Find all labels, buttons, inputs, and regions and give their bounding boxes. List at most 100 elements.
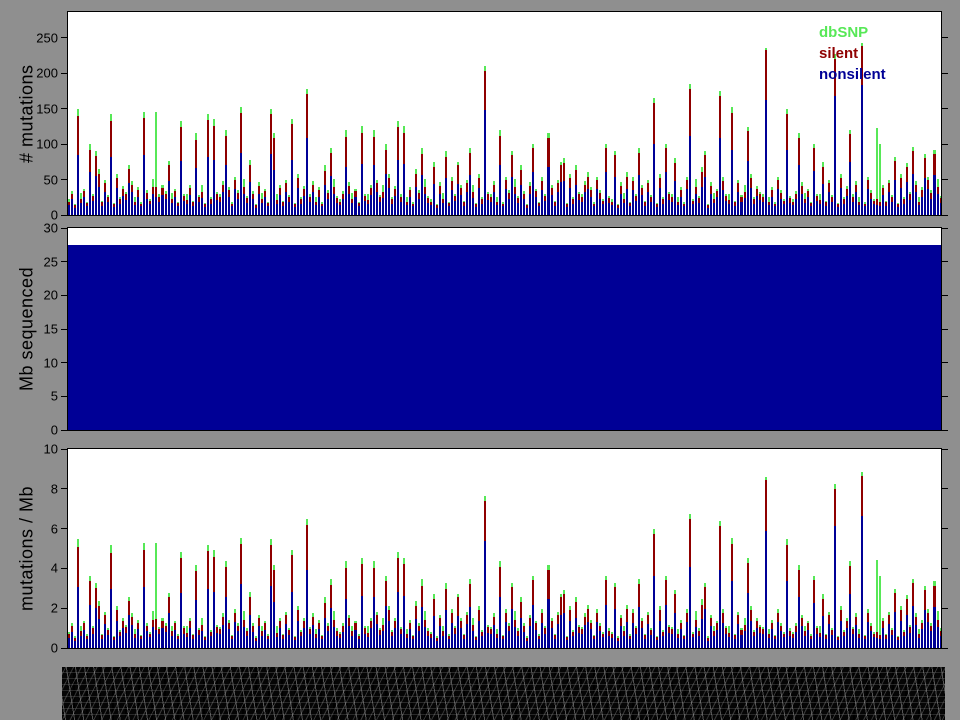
stacked-bar: [312, 12, 314, 215]
nonsilent-segment: [825, 206, 827, 215]
nonsilent-segment: [632, 190, 634, 215]
dbsnp-segment: [695, 611, 697, 620]
stacked-bar: [158, 12, 160, 215]
stacked-bar: [765, 12, 767, 215]
nonsilent-segment: [451, 623, 453, 648]
stacked-bar: [116, 449, 118, 648]
nonsilent-segment: [451, 190, 453, 215]
silent-segment: [731, 113, 733, 150]
silent-segment: [710, 186, 712, 194]
nonsilent-segment: [481, 636, 483, 648]
silent-segment: [813, 148, 815, 171]
nonsilent-segment: [490, 634, 492, 648]
silent-segment: [587, 177, 589, 190]
stacked-bar: [608, 12, 610, 215]
stacked-bar: [216, 449, 218, 648]
silent-segment: [765, 480, 767, 531]
stacked-bar: [686, 449, 688, 648]
stacked-bar: [502, 12, 504, 215]
nonsilent-segment: [927, 189, 929, 215]
silent-segment: [439, 618, 441, 626]
stacked-bar: [798, 449, 800, 648]
y-tick-mark: [61, 528, 68, 529]
nonsilent-segment: [804, 203, 806, 215]
stacked-bar: [756, 12, 758, 215]
silent-segment: [756, 189, 758, 196]
silent-segment: [882, 621, 884, 628]
stacked-bar: [674, 449, 676, 648]
y-tick-label: 150: [16, 102, 58, 115]
stacked-bar: [418, 12, 420, 215]
stacked-bar: [113, 12, 115, 215]
stacked-bar: [421, 12, 423, 215]
stacked-bar: [406, 12, 408, 215]
stacked-bar: [192, 449, 194, 648]
y-tick-label: 4: [16, 562, 58, 575]
stacked-bar: [243, 12, 245, 215]
nonsilent-segment: [376, 624, 378, 648]
nonsilent-segment: [427, 203, 429, 215]
nonsilent-segment: [475, 207, 477, 215]
nonsilent-segment: [174, 630, 176, 648]
stacked-bar: [596, 12, 598, 215]
stacked-bar: [665, 12, 667, 215]
nonsilent-segment: [318, 629, 320, 648]
nonsilent-segment: [822, 184, 824, 215]
stacked-bar: [451, 449, 453, 648]
silent-segment: [575, 170, 577, 186]
nonsilent-segment: [526, 641, 528, 648]
stacked-bar: [828, 449, 830, 648]
stacked-bar: [252, 449, 254, 648]
silent-segment: [659, 610, 661, 620]
stacked-bar: [511, 12, 513, 215]
silent-segment: [924, 590, 926, 610]
nonsilent-segment: [433, 184, 435, 215]
nonsilent-segment: [484, 110, 486, 215]
silent-segment: [143, 118, 145, 155]
nonsilent-segment: [502, 206, 504, 215]
nonsilent-segment: [174, 197, 176, 215]
nonsilent-segment: [674, 613, 676, 648]
y-tick-label: 8: [16, 482, 58, 495]
nonsilent-segment: [364, 201, 366, 215]
stacked-bar: [493, 449, 495, 648]
nonsilent-segment: [599, 199, 601, 215]
stacked-bar: [68, 12, 70, 215]
stacked-bar: [870, 449, 872, 648]
stacked-bar: [297, 449, 299, 648]
nonsilent-segment: [849, 162, 851, 215]
stacked-bar: [623, 449, 625, 648]
stacked-bar: [611, 12, 613, 215]
silent-segment: [557, 615, 559, 624]
silent-segment: [867, 613, 869, 622]
dbsnp-segment: [201, 185, 203, 192]
silent-segment: [330, 153, 332, 176]
stacked-bar: [391, 12, 393, 215]
stacked-bar: [894, 449, 896, 648]
stacked-bar: [867, 449, 869, 648]
panel-mb-sequenced: 051015202530: [67, 227, 942, 431]
nonsilent-segment: [213, 592, 215, 648]
stacked-bar: [822, 449, 824, 648]
nonsilent-segment: [131, 192, 133, 215]
nonsilent-segment: [855, 625, 857, 648]
nonsilent-segment: [731, 150, 733, 215]
nonsilent-segment: [86, 639, 88, 648]
nonsilent-segment: [834, 96, 836, 215]
nonsilent-segment: [596, 622, 598, 648]
silent-segment: [894, 593, 896, 612]
stacked-bar: [134, 449, 136, 648]
stacked-bar: [137, 449, 139, 648]
silent-segment: [213, 557, 215, 592]
stacked-bar: [930, 449, 932, 648]
stacked-bar: [840, 449, 842, 648]
silent-segment: [394, 621, 396, 628]
stacked-bar: [183, 12, 185, 215]
stacked-bar: [481, 449, 483, 648]
silent-segment: [403, 133, 405, 164]
stacked-bar: [551, 12, 553, 215]
y-tick-mark: [61, 179, 68, 180]
nonsilent-segment: [240, 584, 242, 648]
stacked-bar: [551, 449, 553, 648]
nonsilent-segment: [478, 621, 480, 649]
